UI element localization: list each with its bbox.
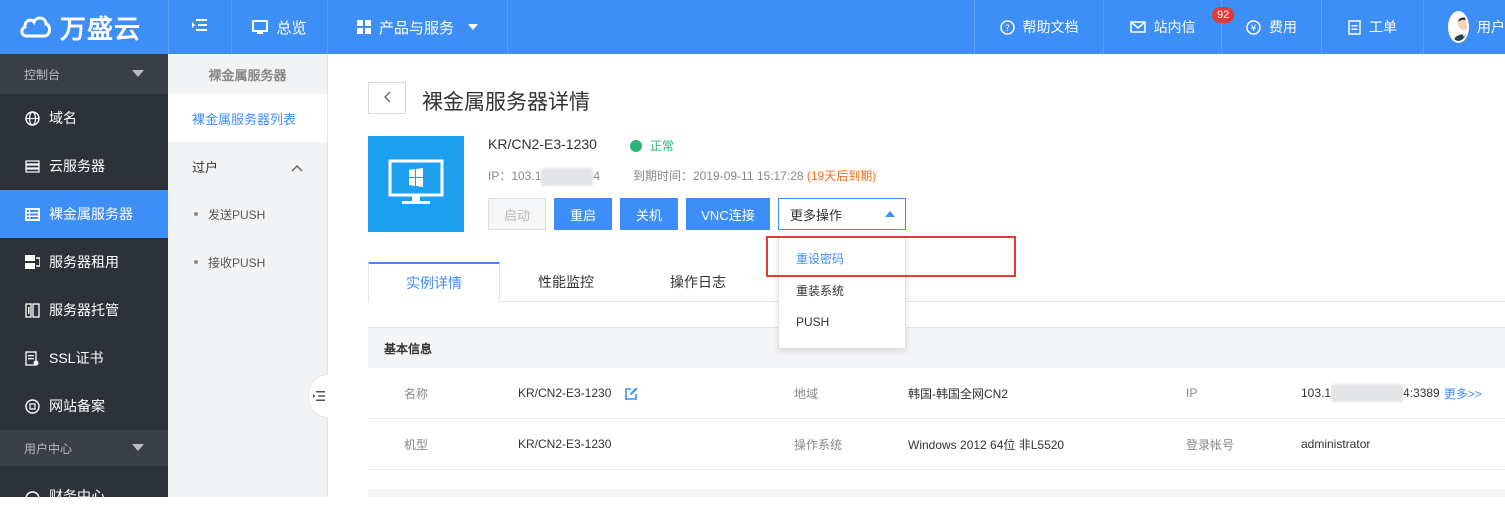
grid-icon: [356, 20, 371, 34]
globe-icon: [24, 110, 40, 126]
bullet-icon: [194, 260, 198, 264]
server-stack-icon: [24, 158, 40, 174]
chevron-left-icon: [383, 91, 391, 106]
sidebar-item-finance[interactable]: 财务中心: [0, 466, 168, 506]
sub-sidebar-group-transfer[interactable]: 过户: [168, 142, 327, 190]
yen-circle-icon: ¥: [1246, 19, 1261, 35]
sub-sidebar-item-bare-metal-list[interactable]: 裸金属服务器列表: [168, 94, 327, 142]
caret-down-icon: [132, 444, 144, 451]
avatar: [1448, 11, 1469, 43]
record-icon: [24, 398, 40, 414]
sidebar-item-server-rent[interactable]: 服务器租用: [0, 238, 168, 286]
certificate-icon: [24, 350, 40, 366]
nav-ticket[interactable]: 工单: [1322, 0, 1424, 54]
brand-logo[interactable]: 万盛云: [0, 0, 168, 54]
svg-text:¥: ¥: [1251, 24, 1257, 34]
expire-warning: (19天后到期): [806, 169, 877, 183]
nav-billing[interactable]: ¥ 费用: [1222, 0, 1322, 54]
chevron-up-icon: [291, 160, 303, 175]
list-icon: [24, 206, 40, 222]
sub-sidebar-item-receive-push[interactable]: 接收PUSH: [168, 238, 327, 286]
start-button[interactable]: 启动: [488, 198, 546, 230]
expire-time: 到期时间：2019-09-11 15:17:28 (19天后到期): [633, 169, 877, 183]
monitor-icon: [252, 19, 269, 35]
highlight-annotation: [766, 236, 1016, 277]
tab-instance-details[interactable]: 实例详情: [368, 262, 500, 303]
back-button[interactable]: [368, 82, 406, 114]
menu-toggle-button[interactable]: [168, 0, 232, 54]
menu-item-reinstall-os[interactable]: 重装系统: [779, 274, 905, 306]
finance-icon: [24, 490, 40, 506]
sidebar-item-cloud-server[interactable]: 云服务器: [0, 142, 168, 190]
tab-performance[interactable]: 性能监控: [500, 262, 632, 302]
main-sidebar: 控制台 域名 云服务器 裸金属服务器 服务器租用 服务器托管 SSL证书 网站备…: [0, 54, 168, 506]
more-actions-select[interactable]: 更多操作: [778, 198, 906, 230]
redacted-block: [1331, 384, 1404, 402]
page-title: 裸金属服务器详情: [422, 91, 590, 114]
cloud-logo-icon: [18, 12, 52, 43]
tab-operation-log[interactable]: 操作日志: [632, 262, 764, 302]
ticket-icon: [1348, 19, 1361, 35]
mail-icon: [1129, 21, 1146, 33]
menu-icon: [192, 18, 208, 36]
nav-user-menu[interactable]: 用户: [1424, 0, 1505, 54]
server-thumbnail: [368, 136, 464, 232]
status-badge: 正常: [630, 137, 674, 154]
nav-overview[interactable]: 总览: [232, 0, 328, 54]
section-basic-info: 基本信息: [368, 327, 1505, 368]
sub-sidebar-item-send-push[interactable]: 发送PUSH: [168, 190, 327, 238]
table-row: 机型 KR/CN2-E3-1230 操作系统 Windows 2012 64位 …: [368, 419, 1505, 470]
svg-text:?: ?: [1005, 24, 1010, 34]
bullet-icon: [194, 212, 198, 216]
caret-down-icon: [132, 70, 144, 77]
nav-messages[interactable]: 站内信 92: [1104, 0, 1235, 54]
sidebar-item-domain[interactable]: 域名: [0, 94, 168, 142]
redacted-block: [541, 167, 594, 186]
sidebar-group-user-center[interactable]: 用户中心: [0, 430, 168, 466]
nav-help-docs[interactable]: ? 帮助文档: [974, 0, 1104, 54]
collapse-menu-icon: [312, 389, 325, 404]
shutdown-button[interactable]: 关机: [620, 198, 678, 230]
vnc-button[interactable]: VNC连接: [686, 198, 770, 230]
sidebar-item-bare-metal[interactable]: 裸金属服务器: [0, 190, 168, 238]
rent-icon: [24, 254, 40, 270]
top-bar: 万盛云 总览 产品与服务 ? 帮助文档 站内信 92 ¥ 费用 工单 用户: [0, 0, 1505, 54]
hosting-icon: [24, 302, 40, 318]
ip-address: IP：103.1 4: [488, 167, 600, 186]
sidebar-group-console[interactable]: 控制台: [0, 54, 168, 94]
more-ip-link[interactable]: 更多>>: [1444, 385, 1482, 402]
status-dot-icon: [630, 139, 642, 152]
sub-sidebar-title: 裸金属服务器: [208, 67, 287, 83]
menu-item-push[interactable]: PUSH: [779, 306, 905, 338]
section-footer: [368, 489, 1505, 497]
sidebar-item-ssl[interactable]: SSL证书: [0, 334, 168, 382]
caret-up-icon: [885, 211, 895, 217]
nav-products-dropdown[interactable]: 产品与服务: [328, 0, 508, 54]
sub-sidebar: 裸金属服务器 裸金属服务器列表 过户 发送PUSH 接收PUSH: [168, 54, 328, 497]
edit-icon[interactable]: [625, 387, 638, 400]
table-row: 名称 KR/CN2-E3-1230 地域 韩国-韩国全网CN2 IP 103.1…: [368, 368, 1505, 419]
sidebar-item-icp-record[interactable]: 网站备案: [0, 382, 168, 430]
windows-monitor-icon: [388, 159, 444, 210]
server-name: KR/CN2-E3-1230: [488, 136, 597, 152]
restart-button[interactable]: 重启: [554, 198, 612, 230]
brand-name: 万盛云: [60, 14, 142, 45]
help-circle-icon: ?: [999, 19, 1015, 35]
caret-down-icon: [468, 24, 478, 30]
sidebar-item-server-hosting[interactable]: 服务器托管: [0, 286, 168, 334]
